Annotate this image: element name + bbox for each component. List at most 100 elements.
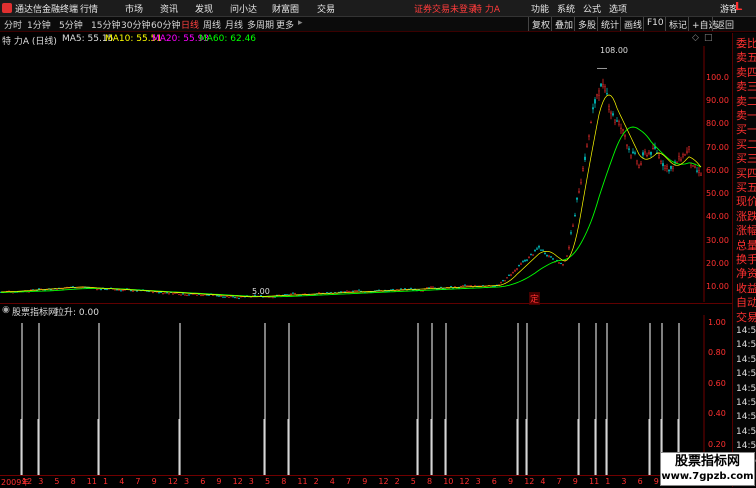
candle-body: [540, 249, 542, 251]
period-monthly[interactable]: 月线: [225, 18, 243, 31]
candle-body: [182, 293, 184, 295]
side-label: 收益: [736, 281, 756, 295]
date-tick: 1: [605, 477, 611, 486]
tool-biaoji[interactable]: 标记: [665, 17, 690, 31]
candle-body: [594, 99, 596, 104]
candle-body: [178, 293, 180, 296]
menu-jiaoyi[interactable]: 交易: [317, 2, 335, 15]
side-label: 净资: [736, 267, 756, 281]
date-tick: 7: [556, 477, 562, 486]
candle-body: [576, 197, 578, 200]
stock-tag: 特 力A: [473, 5, 501, 15]
candle-body: [76, 287, 78, 289]
menu-gongneng[interactable]: 功能: [531, 2, 549, 15]
candle-body: [132, 290, 134, 292]
candle-body: [602, 84, 604, 87]
more-chevron-icon[interactable]: ▸: [298, 18, 303, 28]
price-tick: 70.00: [706, 142, 729, 152]
menu-hangqing[interactable]: 行情: [80, 2, 98, 15]
candle-body: [500, 282, 502, 284]
period-15min[interactable]: 15分钟: [91, 18, 120, 31]
candle-body: [688, 146, 690, 150]
price-tick: 10.00: [706, 282, 729, 292]
price-tick: 100.0: [706, 72, 729, 82]
period-30min[interactable]: 30分钟: [121, 18, 150, 31]
candle-body: [662, 163, 664, 167]
watermark-title: 股票指标网: [674, 454, 740, 469]
menu-wenxiaoda[interactable]: 问小达: [230, 2, 257, 15]
candle-body: [598, 90, 600, 96]
date-tick: 10: [443, 477, 454, 486]
tool-huaxian[interactable]: 画线: [620, 17, 645, 31]
tool-fanhui[interactable]: 返回: [712, 17, 737, 31]
period-fenshi[interactable]: 分时: [4, 18, 22, 31]
date-tick: 9: [653, 477, 659, 486]
candle-body: [604, 86, 606, 92]
menu-xuanxiang[interactable]: 选项: [609, 2, 627, 15]
title-bar: 通达信金融终端 行情 市场 资讯 发现 问小达 财富圈 交易 证券交易未登录 特…: [0, 0, 756, 17]
candle-body: [642, 152, 644, 156]
date-tick: 11: [86, 477, 97, 486]
candle-body: [696, 170, 698, 172]
candle-body: [216, 295, 218, 297]
candle-body: [114, 289, 116, 291]
price-tick: 20.00: [706, 259, 729, 269]
candle-body: [352, 290, 354, 292]
tool-duogu[interactable]: 多股: [574, 17, 599, 31]
period-daily[interactable]: 日线: [181, 18, 199, 31]
candle-body: [694, 166, 696, 168]
candle-body: [106, 288, 108, 291]
price-chart[interactable]: [0, 46, 732, 302]
candle-body: [38, 288, 40, 290]
date-tick: 5: [410, 477, 416, 486]
candle-body: [356, 290, 358, 292]
tool-f10[interactable]: F10: [643, 17, 667, 31]
candle-body: [524, 260, 526, 262]
menu-xitong[interactable]: 系统: [557, 2, 575, 15]
candle-body: [614, 119, 616, 123]
period-60min[interactable]: 60分钟: [151, 18, 180, 31]
side-label: 买四: [736, 166, 756, 180]
candle-body: [172, 293, 174, 295]
menu-faxian[interactable]: 发现: [195, 2, 213, 15]
candle-body: [692, 165, 694, 167]
candle-body: [354, 290, 356, 292]
menu-zixun[interactable]: 资讯: [160, 2, 178, 15]
menu-caifuquan[interactable]: 财富圈: [272, 2, 299, 15]
candle-body: [630, 154, 632, 158]
menu-shichang[interactable]: 市场: [125, 2, 143, 15]
side-label: 总量: [736, 238, 756, 252]
candle-body: [130, 290, 132, 292]
side-label: 买三: [736, 152, 756, 166]
period-multi[interactable]: 多周期: [247, 18, 274, 31]
ma20-line: [0, 94, 702, 298]
login-notice[interactable]: 证券交易未登录: [414, 2, 477, 15]
period-5min[interactable]: 5分钟: [59, 18, 83, 31]
candle-body: [582, 168, 584, 171]
indicator-toggle-icon[interactable]: ◉: [2, 305, 10, 315]
candle-body: [534, 249, 536, 252]
candle-body: [590, 122, 592, 124]
side-label: 14:50: [736, 398, 756, 408]
chart-settings-icon[interactable]: ◇: [692, 33, 699, 43]
candle-body: [432, 286, 434, 288]
indicator-axis: 1.00 0.80 0.60 0.40 0.20: [706, 315, 732, 475]
candle-body: [536, 248, 538, 250]
date-tick: 6: [491, 477, 497, 486]
tool-fuquan[interactable]: 复权: [528, 17, 553, 31]
period-weekly[interactable]: 周线: [203, 18, 221, 31]
period-more[interactable]: 更多: [276, 18, 294, 31]
chart-close-icon[interactable]: □: [704, 33, 713, 43]
tool-tongji[interactable]: 统计: [597, 17, 622, 31]
candle-body: [686, 150, 688, 154]
date-tick: 9: [572, 477, 578, 486]
menu-gongshi[interactable]: 公式: [583, 2, 601, 15]
indicator-chart[interactable]: [0, 315, 706, 475]
candle-body: [628, 148, 630, 150]
price-tick: 60.00: [706, 165, 729, 175]
side-label: 现价: [736, 195, 756, 209]
price-axis: 100.0 90.00 80.00 70.00 60.00 50.00 40.00 30.00…: [704, 46, 732, 302]
period-1min[interactable]: 1分钟: [27, 18, 51, 31]
tool-diejia[interactable]: 叠加: [551, 17, 576, 31]
date-tick: 3: [248, 477, 254, 486]
